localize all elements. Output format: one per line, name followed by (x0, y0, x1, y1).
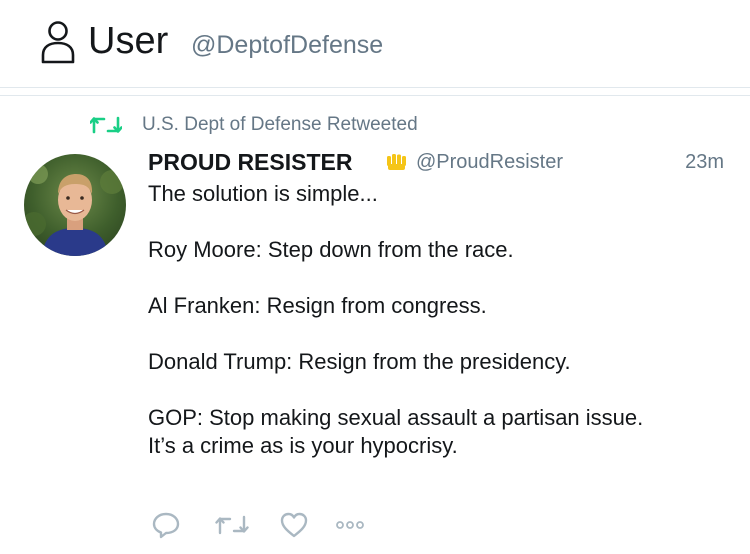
tweet-line: GOP: Stop making sexual assault a partis… (148, 405, 644, 430)
tweet-line: The solution is simple... (148, 181, 378, 206)
page-title: User (88, 20, 169, 62)
retweet-context-text[interactable]: U.S. Dept of Defense Retweeted (142, 114, 418, 136)
raised-fist-icon (386, 153, 408, 171)
retweet-context-icon (89, 114, 123, 136)
tweet-text: The solution is simple... Roy Moore: Ste… (148, 180, 738, 460)
retweet-context: U.S. Dept of Defense Retweeted (89, 114, 418, 136)
author-name[interactable]: PROUD RESISTER (148, 148, 352, 176)
tweet-line: Roy Moore: Step down from the race. (148, 237, 514, 262)
author-screen-name[interactable]: @ProudResister (416, 150, 563, 174)
tweet-line: It’s a crime as is your hypocrisy. (148, 433, 458, 458)
user-icon (40, 20, 76, 64)
more-icon[interactable] (332, 510, 368, 540)
avatar[interactable] (24, 154, 126, 256)
reply-icon[interactable] (148, 510, 184, 540)
tweet-card[interactable]: U.S. Dept of Defense Retweeted PROUD RES… (0, 95, 750, 554)
page-header: User @DeptofDefense (0, 0, 750, 88)
tweet-line: Donald Trump: Resign from the presidency… (148, 349, 571, 374)
account-handle[interactable]: @DeptofDefense (191, 30, 383, 60)
tweet-line: Al Franken: Resign from congress. (148, 293, 487, 318)
tweet-timestamp[interactable]: 23m (685, 150, 724, 174)
retweet-icon[interactable] (214, 510, 250, 540)
tweet-header: PROUD RESISTER @ProudResister 23m (148, 148, 728, 176)
screenshot-frame: User @DeptofDefense U.S. Dept of Defense… (0, 0, 750, 554)
tweet-actions (148, 510, 368, 540)
like-icon[interactable] (276, 510, 312, 540)
